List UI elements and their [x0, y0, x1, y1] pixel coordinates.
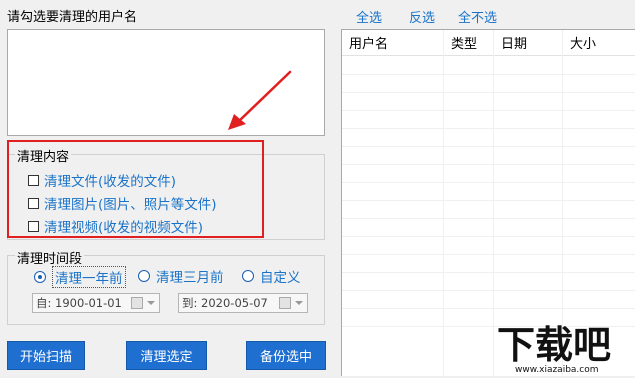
radio-custom[interactable]: 自定义 — [242, 266, 301, 286]
chevron-down-icon[interactable] — [147, 301, 155, 305]
radio-three-months-label: 清理三月前 — [156, 270, 224, 286]
clean-files-label: 清理文件(收发的文件) — [44, 174, 177, 190]
column-header-size[interactable]: 大小 — [563, 30, 635, 56]
clean-files-option[interactable]: 清理文件(收发的文件) — [28, 170, 176, 190]
date-to-picker[interactable]: 到: 2020-05-07 — [178, 293, 308, 313]
watermark-text: 下载吧 — [497, 323, 611, 367]
date-to-prefix: 到: — [182, 296, 198, 310]
grid-line — [342, 236, 635, 237]
invert-selection-link[interactable]: 反选 — [409, 7, 435, 26]
grid-line — [342, 128, 635, 129]
grid-line — [342, 74, 635, 75]
table-header: 用户名 类型 日期 大小 — [342, 30, 635, 56]
grid-line — [342, 164, 635, 165]
date-to-value: 2020-05-07 — [201, 296, 268, 310]
radio-one-year-label: 清理一年前 — [52, 266, 126, 288]
radio-three-months-button[interactable] — [138, 270, 150, 282]
chevron-down-icon[interactable] — [295, 301, 303, 305]
radio-one-year-button[interactable] — [34, 271, 46, 283]
grid-line — [342, 254, 635, 255]
grid-line — [493, 30, 494, 376]
grid-line — [443, 30, 444, 376]
watermark-url: www.xiazaiba.com — [515, 365, 599, 374]
clean-content-title: 清理内容 — [15, 146, 72, 165]
annotation-arrow-icon — [228, 70, 292, 130]
grid-line — [342, 146, 635, 147]
time-range-title: 清理时间段 — [15, 248, 85, 267]
clean-videos-label: 清理视频(收发的视频文件) — [44, 220, 204, 236]
radio-one-year[interactable]: 清理一年前 — [34, 266, 126, 288]
user-list-title: 请勾选要清理的用户名 — [7, 10, 138, 25]
calendar-icon[interactable] — [279, 297, 291, 309]
date-from-picker[interactable]: 自: 1900-01-01 — [32, 293, 160, 313]
radio-three-months[interactable]: 清理三月前 — [138, 266, 224, 286]
select-none-link[interactable]: 全不选 — [458, 7, 497, 26]
clean-images-option[interactable]: 清理图片(图片、照片等文件) — [28, 193, 217, 213]
start-scan-button[interactable]: 开始扫描 — [7, 341, 85, 370]
date-from-prefix: 自: — [36, 296, 52, 310]
grid-line — [342, 92, 635, 93]
grid-line — [342, 182, 635, 183]
column-header-username[interactable]: 用户名 — [342, 30, 444, 56]
date-from-value: 1900-01-01 — [55, 296, 122, 310]
radio-custom-button[interactable] — [242, 270, 254, 282]
backup-selected-button[interactable]: 备份选中 — [246, 341, 326, 370]
clean-images-label: 清理图片(图片、照片等文件) — [44, 197, 217, 213]
select-all-link[interactable]: 全选 — [356, 7, 382, 26]
clean-files-checkbox[interactable] — [28, 174, 39, 186]
grid-line — [342, 218, 635, 219]
grid-line — [342, 290, 635, 291]
radio-custom-label: 自定义 — [260, 270, 301, 286]
column-header-type[interactable]: 类型 — [444, 30, 494, 56]
clean-selected-button[interactable]: 清理选定 — [126, 341, 207, 370]
calendar-icon[interactable] — [131, 297, 143, 309]
grid-line — [342, 110, 635, 111]
grid-line — [342, 308, 635, 309]
grid-line — [342, 200, 635, 201]
watermark-logo: 下载吧 www.xiazaiba.com — [497, 318, 633, 375]
clean-videos-checkbox[interactable] — [28, 220, 39, 232]
column-header-date[interactable]: 日期 — [494, 30, 563, 56]
grid-line — [342, 272, 635, 273]
clean-videos-option[interactable]: 清理视频(收发的视频文件) — [28, 216, 203, 236]
clean-images-checkbox[interactable] — [28, 197, 39, 209]
watermark-logo-icon: 下载吧 www.xiazaiba.com — [497, 323, 611, 375]
